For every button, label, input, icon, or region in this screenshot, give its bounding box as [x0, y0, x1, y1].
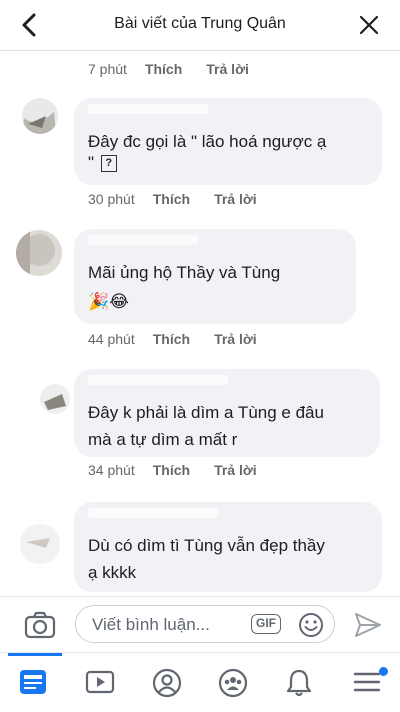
- reply-link[interactable]: Trả lời: [214, 462, 257, 478]
- bottom-nav: [0, 652, 400, 712]
- comment-bubble: Đây k phải là dìm a Tùng e đâu mà a tự d…: [74, 369, 380, 457]
- watch-icon: [85, 670, 115, 694]
- menu-icon: [353, 672, 381, 692]
- bell-icon: [286, 669, 312, 697]
- comment-text-line: Dù có dìm tì Tùng vẫn đẹp thầy: [88, 536, 325, 555]
- comment-text-line: mà a tự dìm a mất r: [88, 430, 238, 449]
- active-tab-indicator: [8, 653, 62, 656]
- reply-link[interactable]: Trả lời: [214, 191, 257, 207]
- emoji-icon[interactable]: [298, 612, 324, 638]
- avatar[interactable]: [20, 524, 60, 564]
- comment-time: 30 phút: [88, 191, 135, 207]
- comment-bubble: Mãi ủng hộ Thầy và Tùng 🎉😂: [74, 229, 356, 324]
- comment-bubble: Dù có dìm tì Tùng vẫn đẹp thầy ạ kkkk: [74, 502, 382, 592]
- profile-icon: [152, 668, 182, 698]
- close-icon[interactable]: [358, 14, 380, 36]
- comment-composer: GIF: [0, 596, 400, 653]
- avatar[interactable]: [16, 230, 62, 276]
- comment-text-line: Mãi ủng hộ Thầy và Tùng: [88, 263, 281, 282]
- author-name[interactable]: [88, 508, 218, 518]
- reply-link[interactable]: Trả lời: [206, 61, 249, 77]
- author-name[interactable]: [88, 104, 208, 114]
- gif-button[interactable]: GIF: [251, 614, 281, 634]
- comment-text-line: ạ kkkk: [88, 563, 137, 582]
- comment-meta: 7 phút Thích Trả lời: [88, 61, 249, 77]
- nav-profile[interactable]: [134, 653, 200, 712]
- news-feed-icon: [20, 670, 46, 694]
- avatar[interactable]: [40, 384, 70, 414]
- comment-time: 44 phút: [88, 331, 135, 347]
- comment-text-fragment: ": [88, 153, 95, 172]
- nav-watch[interactable]: [67, 653, 133, 712]
- send-icon[interactable]: [354, 612, 382, 638]
- like-link[interactable]: Thích: [153, 331, 190, 347]
- reply-link[interactable]: Trả lời: [214, 331, 257, 347]
- comment-input[interactable]: [90, 613, 244, 637]
- unknown-glyph-icon: ?: [100, 155, 117, 173]
- nav-notifications[interactable]: [266, 653, 332, 712]
- nav-menu[interactable]: [334, 653, 400, 712]
- avatar[interactable]: [22, 98, 58, 134]
- comment-meta: 34 phút Thích Trả lời: [88, 462, 257, 478]
- like-link[interactable]: Thích: [145, 61, 182, 77]
- comment-text-line: Đây k phải là dìm a Tùng e đâu: [88, 403, 324, 422]
- comment-meta: 44 phút Thích Trả lời: [88, 331, 257, 347]
- comment-time: 34 phút: [88, 462, 135, 478]
- author-name[interactable]: [88, 375, 228, 385]
- page-title: Bài viết của Trung Quân: [114, 15, 286, 32]
- top-bar: Bài viết của Trung Quân: [0, 0, 400, 51]
- comment-input-container[interactable]: GIF: [75, 605, 335, 643]
- like-link[interactable]: Thích: [153, 191, 190, 207]
- comment-meta: 30 phút Thích Trả lời: [88, 191, 257, 207]
- nav-groups[interactable]: [200, 653, 266, 712]
- comment-text-line: Đây đc gọi là " lão hoá ngược ạ: [88, 132, 327, 151]
- camera-icon[interactable]: [24, 611, 56, 639]
- nav-news-feed[interactable]: [0, 653, 66, 712]
- like-link[interactable]: Thích: [153, 462, 190, 478]
- comment-bubble: Đây đc gọi là " lão hoá ngược ạ " ?: [74, 98, 382, 185]
- groups-icon: [218, 668, 248, 698]
- comment-emoji: 🎉😂: [88, 292, 130, 311]
- author-name[interactable]: [88, 235, 198, 245]
- comment-time: 7 phút: [88, 61, 127, 77]
